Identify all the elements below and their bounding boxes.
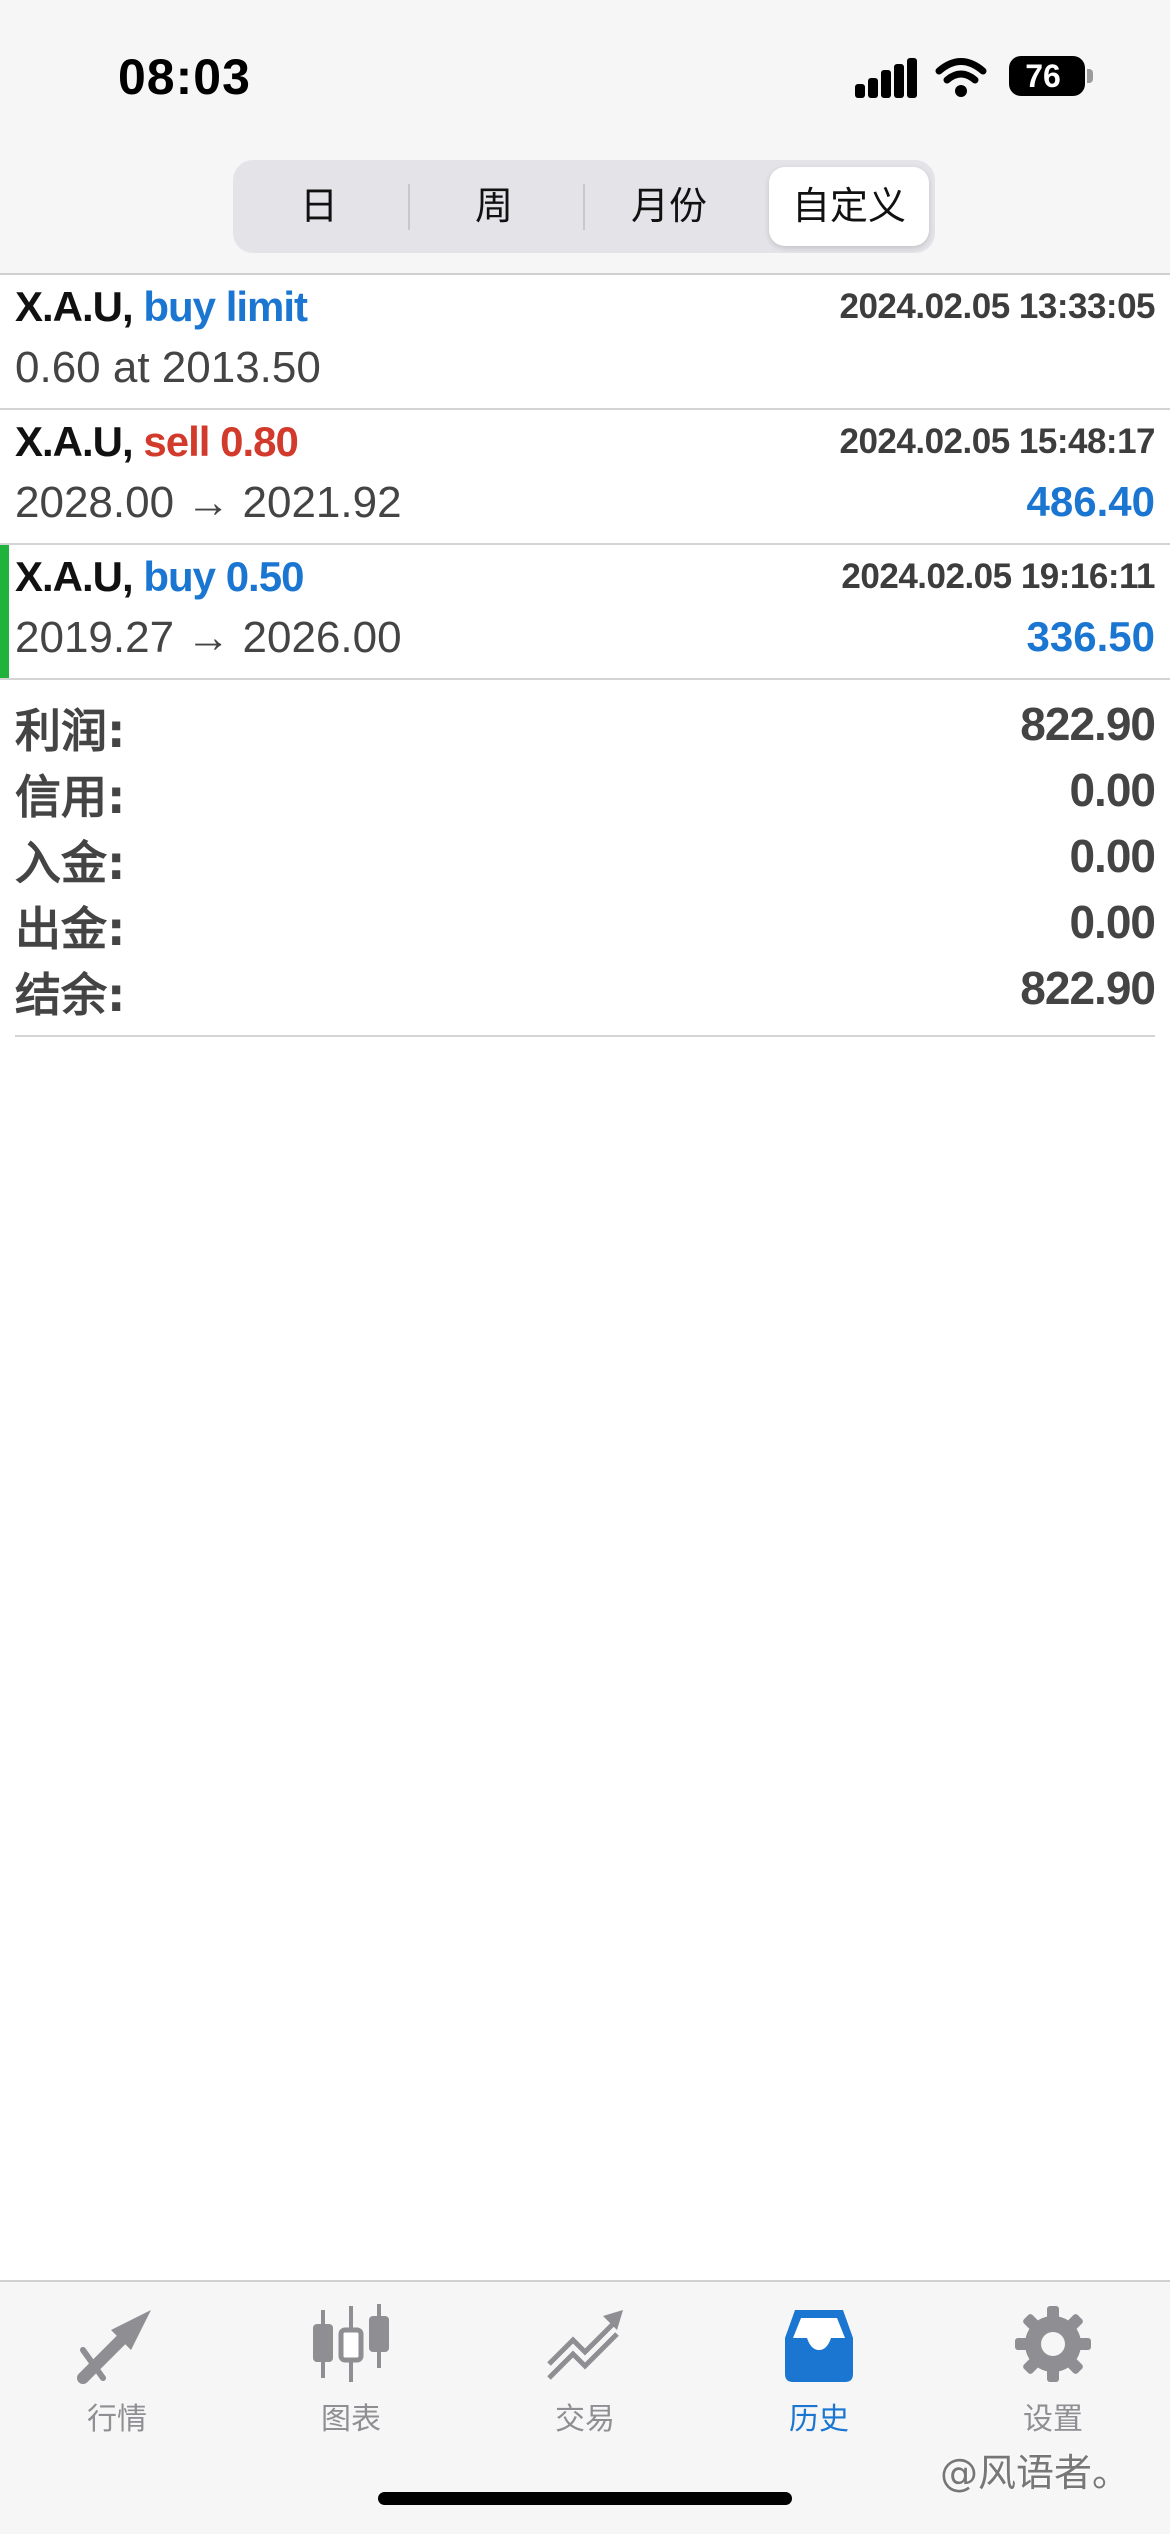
quotes-arrows-icon [77,2310,151,2384]
segment-day[interactable]: 日 [239,167,399,246]
summary-row-withdrawal: 出金: 0.00 [15,889,1156,956]
order-row[interactable]: X.A.U, buy 0.50 2024.02.05 19:16:11 2019… [0,545,1170,680]
order-row[interactable]: X.A.U, sell 0.80 2024.02.05 15:48:17 202… [0,410,1170,545]
period-header: 日 周 月份 自定义 [0,140,1170,275]
status-time: 08:03 [118,49,251,105]
summary-row-credit: 信用: 0.00 [15,757,1156,824]
order-symbol: X.A.U, [15,553,134,600]
order-time: 2024.02.05 19:16:11 [841,557,1155,596]
tab-quotes[interactable]: 行情 [27,2302,207,2442]
order-side: buy limit [143,283,308,330]
summary-value: 0.00 [1069,764,1156,816]
tab-history[interactable]: 历史 [729,2302,909,2442]
battery-icon: 76 [1009,56,1085,96]
order-detail: 2028.00 → 2021.92 [15,478,402,527]
summary-value: 0.00 [1069,830,1156,882]
tab-settings[interactable]: 设置 [963,2302,1143,2442]
order-time: 2024.02.05 15:48:17 [839,422,1156,461]
watermark: @风语者。 [940,2451,1131,2495]
summary-row-deposit: 入金: 0.00 [15,823,1156,890]
trade-trend-icon [547,2310,623,2380]
battery-level: 76 [1025,58,1061,94]
candlestick-chart-icon [313,2304,389,2382]
summary-label: 出金: [15,902,126,956]
summary-value: 0.00 [1069,896,1156,948]
tab-label: 设置 [1023,2402,1083,2437]
status-bar: 08:03 76 [0,0,1170,140]
segment-divider [408,184,410,230]
gear-icon [1015,2306,1091,2382]
tab-label: 行情 [87,2402,147,2437]
orders-list: X.A.U, buy limit 2024.02.05 13:33:05 0.6… [0,275,1170,680]
wifi-icon [935,58,987,97]
segment-month[interactable]: 月份 [589,167,749,246]
summary-value: 822.90 [1020,962,1156,1014]
tab-label: 图表 [321,2402,381,2437]
history-inbox-icon [785,2310,853,2382]
segment-divider [583,184,585,230]
order-symbol: X.A.U, [15,418,134,465]
battery-cap [1087,69,1093,83]
period-segmented-control: 日 周 月份 自定义 [233,160,935,253]
order-symbol-line: X.A.U, buy limit [15,283,308,331]
order-detail: 0.60 at 2013.50 [15,343,321,392]
home-indicator[interactable] [378,2492,792,2505]
order-time: 2024.02.05 13:33:05 [839,287,1156,326]
summary-label: 入金: [15,836,126,890]
summary-label: 利润: [15,704,126,758]
order-symbol-line: X.A.U, sell 0.80 [15,418,299,466]
order-profit: 486.40 [1026,478,1155,525]
summary-label: 信用: [15,770,126,824]
tab-trade[interactable]: 交易 [495,2302,675,2442]
order-symbol: X.A.U, [15,283,134,330]
order-detail: 2019.27 → 2026.00 [15,613,402,662]
order-side: sell 0.80 [143,418,298,465]
order-side: buy 0.50 [143,553,304,600]
tab-chart[interactable]: 图表 [261,2302,441,2442]
order-profit: 336.50 [1026,613,1155,660]
segment-custom[interactable]: 自定义 [769,167,929,246]
summary-value: 822.90 [1020,698,1156,750]
tab-label: 交易 [555,2402,615,2437]
summary-row-profit: 利润: 822.90 [15,691,1156,758]
summary-row-balance: 结余: 822.90 [15,955,1156,1022]
segment-week[interactable]: 周 [414,167,574,246]
tab-label: 历史 [789,2402,849,2437]
summary-label: 结余: [15,968,126,1022]
order-symbol-line: X.A.U, buy 0.50 [15,553,304,601]
cellular-signal-icon [855,58,917,98]
account-summary: 利润: 822.90 信用: 0.00 入金: 0.00 出金: 0.00 结余… [15,691,1156,1037]
order-row[interactable]: X.A.U, buy limit 2024.02.05 13:33:05 0.6… [0,275,1170,410]
